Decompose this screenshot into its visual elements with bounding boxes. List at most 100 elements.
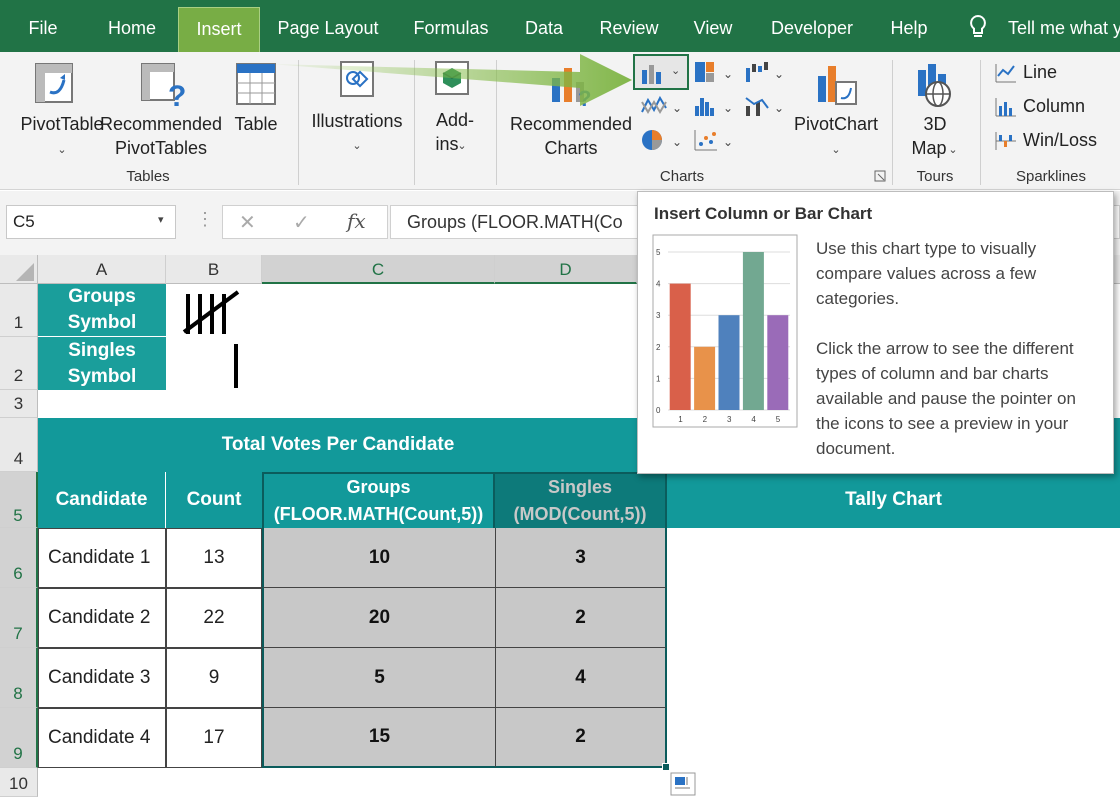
tab-insert[interactable]: Insert (178, 7, 260, 52)
row-header-7[interactable]: 7 (0, 588, 38, 648)
x-tick-label: 1 (678, 415, 683, 424)
row-header-6[interactable]: 6 (0, 528, 38, 588)
cell-candidate[interactable]: Candidate 3 (38, 648, 166, 708)
sparkline-column-icon (995, 98, 1016, 117)
preview-bar (718, 315, 740, 410)
line-chart-icon[interactable]: ⌄ (640, 94, 688, 120)
row-header-8[interactable]: 8 (0, 648, 38, 708)
tooltip-paragraph-1: Use this chart type to visually compare … (816, 239, 1037, 308)
recommended-pivottables-button[interactable]: ? Recommended PivotTables (100, 52, 222, 166)
sparkline-winloss-button[interactable]: Win/Loss (994, 128, 1114, 154)
pivottable-button[interactable]: PivotTable ⌄ (6, 52, 104, 166)
x-tick-label: 2 (703, 415, 708, 424)
pie-chart-icon[interactable]: ⌄ (640, 128, 688, 154)
tab-data[interactable]: Data (516, 0, 572, 52)
header-candidate[interactable]: Candidate (38, 472, 166, 528)
svg-text:⌄: ⌄ (723, 101, 733, 115)
header-groups[interactable]: Groups (FLOOR.MATH(Count,5)) (262, 472, 495, 528)
row-header-9[interactable]: 9 (0, 708, 38, 768)
y-tick-label: 3 (656, 311, 661, 320)
tooltip-paragraph-2: Click the arrow to see the different typ… (816, 339, 1076, 458)
column-header-d[interactable]: D (495, 255, 637, 284)
cancel-icon[interactable]: ✕ (239, 210, 256, 235)
svg-text:⌄: ⌄ (672, 101, 682, 115)
tab-view[interactable]: View (686, 0, 740, 52)
column-header-a[interactable]: A (38, 255, 166, 284)
column-chart-icon (642, 65, 661, 84)
tab-developer[interactable]: Developer (762, 0, 862, 52)
cell-singles[interactable]: 2 (495, 708, 667, 768)
sparkline-winloss-icon (995, 132, 1016, 150)
row-header-2[interactable]: 2 (0, 337, 38, 390)
header-count[interactable]: Count (166, 472, 262, 528)
pivottable-icon (35, 63, 73, 103)
chevron-down-icon[interactable]: ▾ (158, 213, 164, 226)
cell-candidate[interactable]: Candidate 2 (38, 588, 166, 648)
group-label-charts: Charts (659, 168, 705, 185)
enter-check-icon[interactable]: ✓ (293, 210, 310, 235)
x-tick-label: 3 (727, 415, 732, 424)
preview-bar (767, 315, 789, 410)
row-header-10[interactable]: 10 (0, 768, 38, 797)
tell-me-search[interactable]: Tell me what y (1008, 0, 1120, 52)
insert-column-bar-chart-button[interactable]: ⌄ (633, 54, 689, 90)
cell-count[interactable]: 9 (166, 648, 262, 708)
name-box[interactable]: C5 (6, 205, 176, 239)
cell-groups[interactable]: 5 (262, 648, 495, 708)
annotation-arrow (270, 54, 632, 106)
pivotchart-button[interactable]: PivotChart ⌄ (788, 52, 884, 166)
tab-file[interactable]: File (18, 0, 68, 52)
singles-symbol-label: Singles Symbol (38, 337, 166, 390)
header-tally-chart[interactable]: Tally Chart (667, 472, 1120, 528)
header-singles[interactable]: Singles (MOD(Count,5)) (495, 472, 667, 528)
row-header-1[interactable]: 1 (0, 284, 38, 337)
groups-symbol-label: Groups Symbol (38, 284, 166, 337)
cell-count[interactable]: 13 (166, 528, 262, 588)
tally-group-symbol (182, 290, 240, 334)
row-header-5[interactable]: 5 (0, 472, 38, 528)
3d-map-button[interactable]: 3D Map ⌄ (898, 52, 972, 166)
tab-page-layout[interactable]: Page Layout (270, 0, 386, 52)
cell-groups[interactable]: 20 (262, 588, 495, 648)
cell-groups[interactable]: 15 (262, 708, 495, 768)
combo-chart-icon[interactable]: ⌄ (744, 94, 788, 120)
resize-handle-icon[interactable]: ⋮ (196, 209, 214, 230)
y-tick-label: 5 (656, 248, 661, 257)
column-header-b[interactable]: B (166, 255, 262, 284)
cell-count[interactable]: 22 (166, 588, 262, 648)
sparkline-column-button[interactable]: Column (994, 94, 1114, 120)
sparkline-line-button[interactable]: Line (994, 60, 1114, 86)
scatter-chart-icon[interactable]: ⌄ (693, 128, 737, 154)
tab-formulas[interactable]: Formulas (404, 0, 498, 52)
hierarchy-chart-icon[interactable]: ⌄ (693, 60, 737, 86)
x-tick-label: 5 (776, 415, 781, 424)
fill-handle[interactable] (662, 763, 670, 771)
svg-text:⌄: ⌄ (723, 67, 733, 81)
row-header-4[interactable]: 4 (0, 418, 38, 472)
cell-groups[interactable]: 10 (262, 528, 495, 588)
y-tick-label: 4 (656, 280, 661, 289)
cell-singles[interactable]: 3 (495, 528, 667, 588)
group-label-tours: Tours (916, 168, 954, 185)
waterfall-chart-icon[interactable]: ⌄ (744, 60, 788, 86)
tally-single-symbol (234, 344, 238, 388)
cell-candidate[interactable]: Candidate 1 (38, 528, 166, 588)
cell-candidate[interactable]: Candidate 4 (38, 708, 166, 768)
statistic-chart-icon[interactable]: ⌄ (693, 94, 737, 120)
dialog-launcher-icon[interactable] (874, 170, 886, 182)
quick-analysis-icon[interactable] (670, 772, 698, 796)
tab-help[interactable]: Help (882, 0, 936, 52)
lightbulb-icon (970, 14, 986, 37)
cell-singles[interactable]: 2 (495, 588, 667, 648)
tab-home[interactable]: Home (96, 0, 168, 52)
tab-review[interactable]: Review (594, 0, 664, 52)
cell-count[interactable]: 17 (166, 708, 262, 768)
tooltip-title: Insert Column or Bar Chart (654, 204, 873, 223)
insert-function-icon[interactable]: fx (347, 209, 366, 233)
recommended-pivottables-icon: ? (141, 63, 186, 108)
select-all-corner[interactable] (0, 255, 38, 284)
cell-singles[interactable]: 4 (495, 648, 667, 708)
svg-text:⌄: ⌄ (723, 135, 733, 149)
column-header-c[interactable]: C (262, 255, 495, 284)
row-header-3[interactable]: 3 (0, 390, 38, 418)
